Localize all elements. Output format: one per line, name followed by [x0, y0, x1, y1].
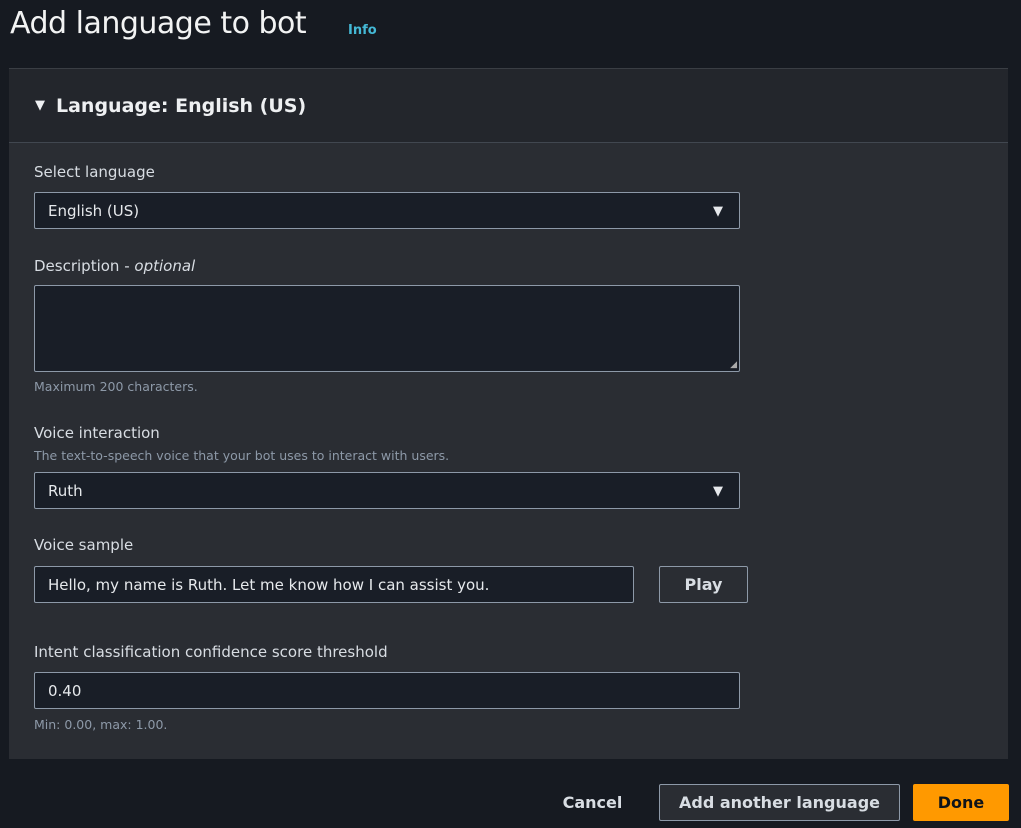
- info-link[interactable]: Info: [348, 23, 377, 38]
- voice-value: Ruth: [48, 481, 83, 500]
- threshold-hint: Min: 0.00, max: 1.00.: [34, 717, 168, 732]
- done-button[interactable]: Done: [913, 784, 1009, 821]
- voice-label: Voice interaction: [34, 424, 160, 442]
- threshold-label: Intent classification confidence score t…: [34, 643, 388, 661]
- play-button[interactable]: Play: [659, 566, 748, 603]
- voice-hint: The text-to-speech voice that your bot u…: [34, 448, 450, 463]
- caret-down-icon: ▼: [713, 204, 723, 219]
- voice-select[interactable]: Ruth ▼: [34, 472, 740, 509]
- select-language-label: Select language: [34, 163, 155, 181]
- language-value: English (US): [48, 201, 140, 220]
- threshold-value: 0.40: [48, 681, 82, 700]
- cancel-button[interactable]: Cancel: [555, 784, 630, 820]
- threshold-input[interactable]: 0.40: [34, 672, 740, 709]
- description-label: Description - optional: [34, 257, 195, 275]
- voice-sample-value: Hello, my name is Ruth. Let me know how …: [48, 575, 490, 594]
- add-another-language-button[interactable]: Add another language: [659, 784, 900, 821]
- language-select[interactable]: English (US) ▼: [34, 192, 740, 229]
- optional-text: optional: [134, 257, 196, 275]
- description-label-text: Description -: [34, 257, 135, 275]
- language-panel: ▼ Language: English (US) Select language…: [9, 68, 1008, 759]
- caret-down-icon: ▼: [35, 98, 45, 113]
- panel-title: Language: English (US): [56, 94, 307, 117]
- voice-sample-input[interactable]: Hello, my name is Ruth. Let me know how …: [34, 566, 634, 603]
- description-textarea[interactable]: ◢: [34, 285, 740, 372]
- description-hint: Maximum 200 characters.: [34, 379, 198, 394]
- voice-sample-label: Voice sample: [34, 536, 134, 554]
- language-panel-header[interactable]: ▼ Language: English (US): [9, 69, 1008, 143]
- resize-handle-icon[interactable]: ◢: [730, 360, 737, 370]
- caret-down-icon: ▼: [713, 484, 723, 499]
- page-title: Add language to bot: [10, 6, 307, 41]
